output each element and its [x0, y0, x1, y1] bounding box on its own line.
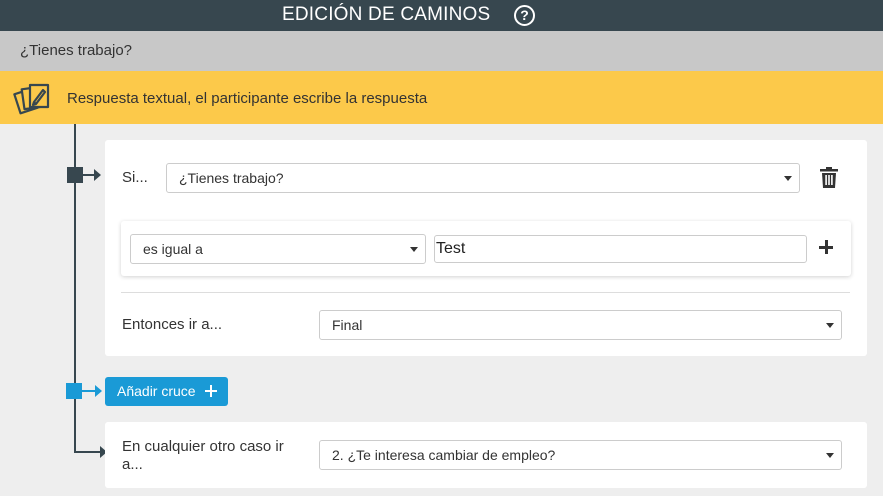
plus-icon — [205, 385, 217, 397]
otherwise-destination-select[interactable]: 2. ¿Te interesa cambiar de empleo? — [319, 440, 842, 470]
question-type-label: Respuesta textual, el participante escri… — [67, 90, 428, 107]
question-type-bar: Respuesta textual, el participante escri… — [0, 71, 883, 124]
operator-select-value: es igual a — [143, 241, 203, 257]
then-label: Entonces ir a... — [122, 316, 223, 333]
plus-icon[interactable] — [818, 239, 834, 255]
arrow-right-icon — [94, 169, 101, 181]
flow-line-otherwise — [74, 451, 102, 453]
divider — [121, 292, 850, 293]
chevron-down-icon — [410, 247, 418, 252]
question-bar: ¿Tienes trabajo? — [0, 31, 883, 71]
text-cards-icon — [13, 83, 50, 115]
help-icon[interactable]: ? — [514, 5, 535, 26]
flow-node-rule — [67, 167, 83, 183]
header-bar: EDICIÓN DE CAMINOS ? — [0, 0, 883, 31]
arrow-right-icon — [95, 385, 102, 397]
flow-connector-add — [82, 390, 96, 392]
page-title: EDICIÓN DE CAMINOS — [282, 4, 491, 25]
trash-icon[interactable] — [820, 167, 838, 188]
otherwise-destination-select-value: 2. ¿Te interesa cambiar de empleo? — [332, 447, 556, 463]
then-destination-select[interactable]: Final — [319, 310, 842, 340]
chevron-down-icon — [784, 176, 792, 181]
if-question-select-value: ¿Tienes trabajo? — [179, 170, 284, 186]
then-destination-select-value: Final — [332, 317, 363, 333]
condition-value-input[interactable]: Test — [434, 235, 807, 263]
add-crossing-button[interactable]: Añadir cruce — [105, 377, 228, 406]
chevron-down-icon — [826, 453, 834, 458]
chevron-down-icon — [826, 323, 834, 328]
question-title: ¿Tienes trabajo? — [20, 42, 133, 59]
otherwise-label-line1: En cualquier otro caso ir — [122, 438, 284, 455]
operator-select[interactable]: es igual a — [130, 234, 426, 264]
flow-node-add — [66, 383, 82, 399]
if-question-select[interactable]: ¿Tienes trabajo? — [166, 163, 800, 193]
if-label: Si... — [122, 169, 148, 186]
otherwise-label-line2: a... — [122, 456, 143, 473]
add-crossing-label: Añadir cruce — [117, 383, 196, 399]
